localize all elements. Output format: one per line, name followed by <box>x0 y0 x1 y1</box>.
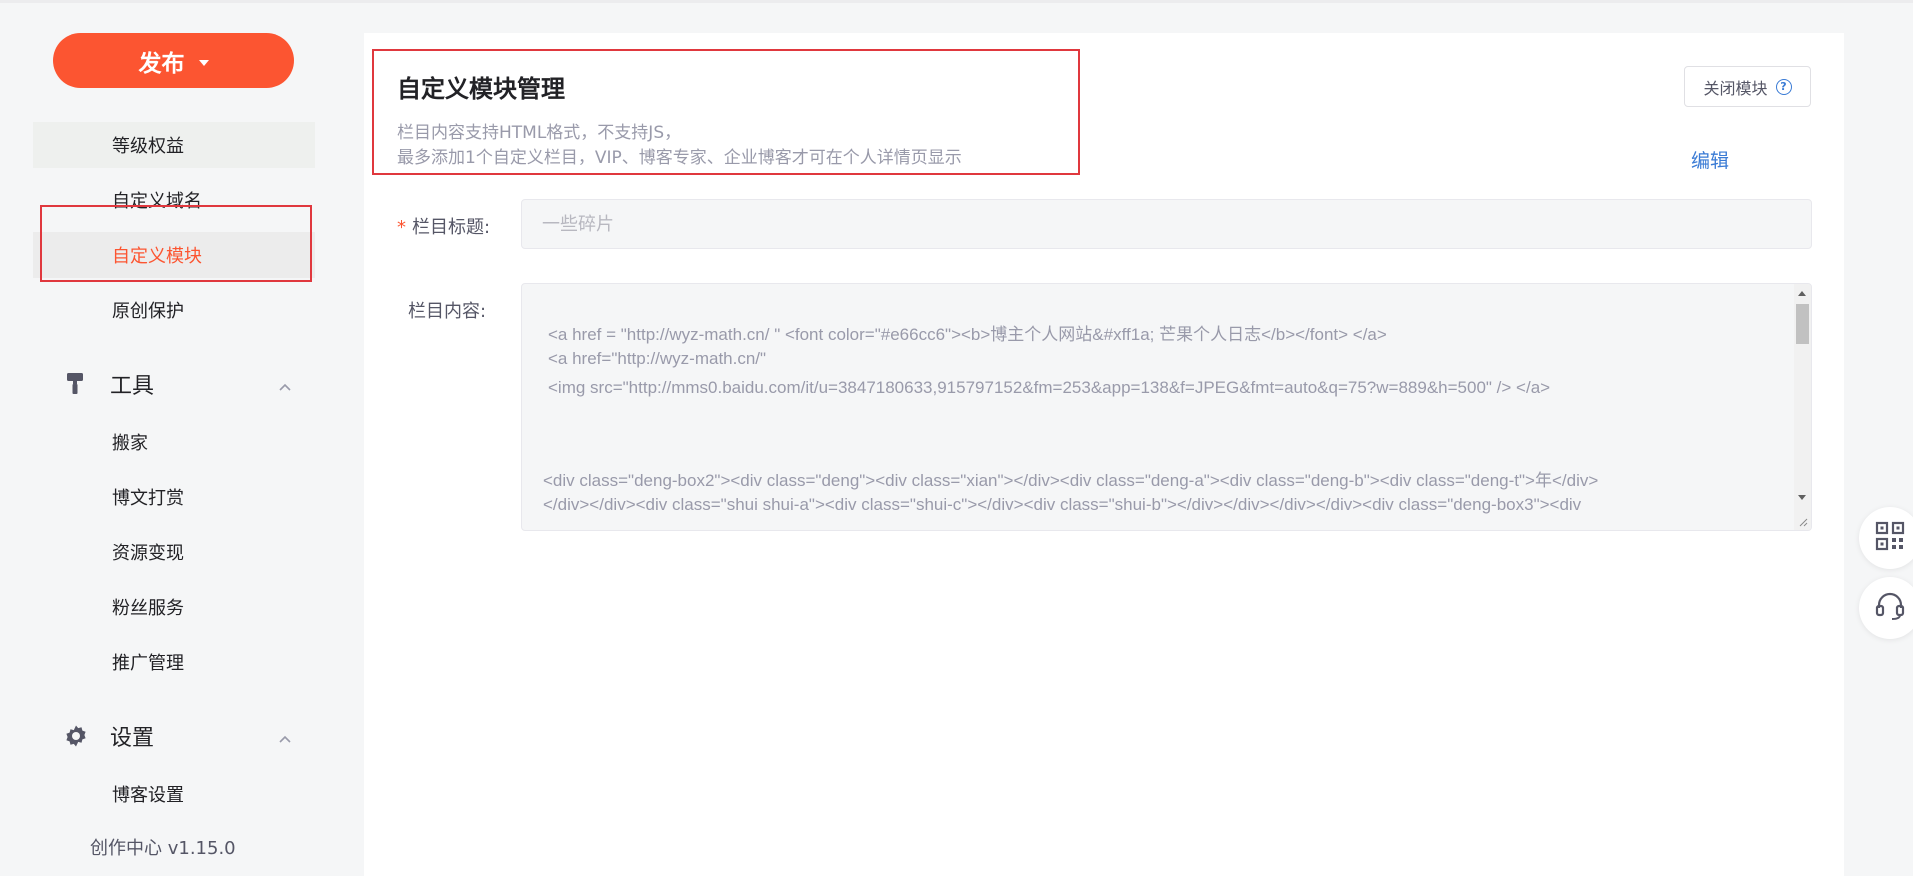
section-label: 设置 <box>110 726 155 751</box>
sidebar-item-original-protection[interactable]: 原创保护 <box>33 287 315 333</box>
gear-icon <box>62 722 90 750</box>
help-circle-icon[interactable]: ? <box>1775 78 1792 95</box>
sidebar-item-move[interactable]: 搬家 <box>33 419 315 465</box>
headset-icon <box>1874 590 1906 626</box>
main-panel: 自定义模块管理 栏目内容支持HTML格式，不支持JS， 最多添加1个自定义栏目，… <box>364 33 1844 876</box>
column-content-textarea[interactable]: <a href = "http://wyz-math.cn/ " <font c… <box>521 283 1812 531</box>
sidebar-item-monetize[interactable]: 资源变现 <box>33 529 315 575</box>
sidebar-item-label: 博文打赏 <box>112 488 184 509</box>
caret-down-icon <box>198 59 209 66</box>
close-module-label: 关闭模块 <box>1703 78 1768 98</box>
column-title-input[interactable] <box>521 199 1812 249</box>
title-field-label: * 栏目标题: <box>397 213 490 239</box>
customer-service-button[interactable] <box>1859 577 1913 639</box>
content-field-label: 栏目内容: <box>408 301 487 322</box>
sidebar-item-label: 搬家 <box>112 433 148 454</box>
sidebar-item-label: 原创保护 <box>112 301 184 322</box>
sidebar-item-label: 博客设置 <box>112 785 184 806</box>
sidebar-item-fan-service[interactable]: 粉丝服务 <box>33 584 315 630</box>
resize-handle-icon[interactable] <box>1798 517 1808 527</box>
code-line: <a href="http://wyz-math.cn/" <box>548 349 767 368</box>
sidebar-item-label: 资源变现 <box>112 543 184 564</box>
sidebar: 发布 等级权益 自定义域名 自定义模块 原创保护 工具 搬家 博文打赏 资源变现… <box>0 0 364 876</box>
sidebar-section-tools[interactable]: 工具 <box>62 366 292 402</box>
scrollbar-thumb[interactable] <box>1796 304 1809 344</box>
textarea-scrollbar[interactable] <box>1794 284 1811 530</box>
scroll-up-arrow-icon[interactable] <box>1798 291 1806 296</box>
code-line: <img src="http://mms0.baidu.com/it/u=384… <box>548 378 1551 397</box>
required-mark: * <box>397 217 406 238</box>
chevron-up-icon <box>278 726 292 751</box>
publish-button[interactable]: 发布 <box>53 33 294 88</box>
chevron-up-icon <box>278 374 292 399</box>
sidebar-item-reward[interactable]: 博文打赏 <box>33 474 315 520</box>
sidebar-item-label: 推广管理 <box>112 653 184 674</box>
edit-link[interactable]: 编辑 <box>1691 146 1729 173</box>
qrcode-button[interactable] <box>1859 507 1913 569</box>
close-module-button[interactable]: 关闭模块 ? <box>1684 66 1811 107</box>
publish-label: 发布 <box>138 50 185 77</box>
title-field-label-text: 栏目标题: <box>412 217 491 238</box>
sidebar-item-promotion[interactable]: 推广管理 <box>33 639 315 685</box>
highlight-box <box>40 205 312 282</box>
scroll-down-arrow-icon[interactable] <box>1798 495 1806 500</box>
code-line: <div class="deng-box2"><div class="deng"… <box>543 471 1599 490</box>
qrcode-icon <box>1875 521 1905 555</box>
version-text: 创作中心 v1.15.0 <box>90 838 236 859</box>
sidebar-item-blog-settings[interactable]: 博客设置 <box>33 771 315 817</box>
sidebar-item-label: 等级权益 <box>112 136 184 157</box>
code-line: <a href = "http://wyz-math.cn/ " <font c… <box>548 325 1387 344</box>
sidebar-item-level-rights[interactable]: 等级权益 <box>33 122 315 168</box>
highlight-box <box>372 49 1080 175</box>
code-line: </div></div><div class="shui shui-a"><di… <box>543 495 1582 514</box>
sidebar-section-settings[interactable]: 设置 <box>62 718 292 754</box>
paint-roller-icon <box>62 370 90 398</box>
section-label: 工具 <box>110 374 155 399</box>
sidebar-item-label: 粉丝服务 <box>112 598 184 619</box>
